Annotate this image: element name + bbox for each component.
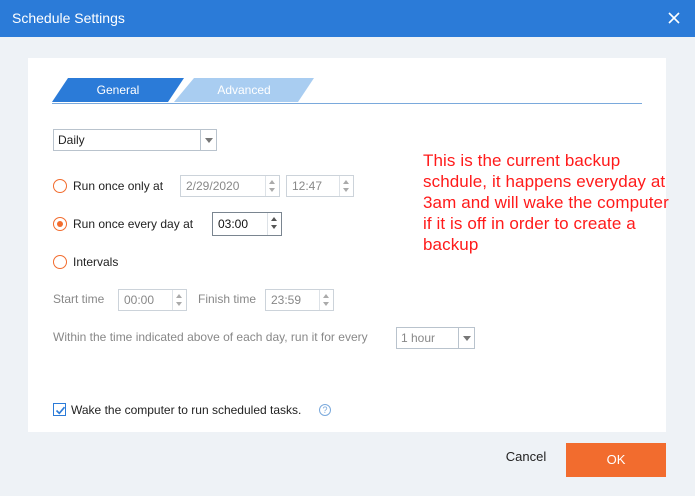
wake-computer-checkbox[interactable] [53, 403, 66, 416]
start-time-input[interactable]: 00:00 [118, 289, 187, 311]
help-icon[interactable]: ? [319, 404, 331, 416]
intervals-radio[interactable] [53, 255, 67, 269]
chevron-down-icon [458, 328, 474, 348]
tab-bar: Advanced General [52, 78, 642, 104]
frequency-select[interactable]: Daily [53, 129, 217, 151]
run-once-date-input[interactable]: 2/29/2020 [180, 175, 280, 197]
run-every-label: Within the time indicated above of each … [53, 330, 368, 344]
run-every-day-radio[interactable] [53, 217, 67, 231]
daily-time-input[interactable]: 03:00 [212, 212, 282, 236]
finish-time-input[interactable]: 23:59 [265, 289, 334, 311]
tab-general[interactable]: General [52, 78, 184, 102]
start-time-label: Start time [53, 292, 105, 306]
window-title: Schedule Settings [12, 10, 125, 26]
daily-time-spinner[interactable] [267, 213, 281, 235]
annotation-text: This is the current backup schdule, it h… [423, 151, 669, 254]
ok-button[interactable]: OK [566, 443, 666, 477]
interval-select[interactable]: 1 hour [396, 327, 475, 349]
close-icon[interactable] [665, 9, 683, 27]
wake-computer-label: Wake the computer to run scheduled tasks… [71, 403, 302, 417]
cancel-button[interactable]: Cancel [495, 449, 557, 471]
chevron-down-icon [200, 130, 216, 150]
run-once-time-input[interactable]: 12:47 [286, 175, 354, 197]
tab-advanced[interactable]: Advanced [174, 78, 314, 102]
finish-time-spinner[interactable] [319, 290, 333, 310]
start-time-spinner[interactable] [172, 290, 186, 310]
run-every-day-label: Run once every day at [73, 217, 194, 231]
run-once-only-label: Run once only at [73, 179, 164, 193]
run-once-only-radio[interactable] [53, 179, 67, 193]
intervals-label: Intervals [73, 255, 119, 269]
title-bar: Schedule Settings [0, 0, 695, 37]
time-spinner[interactable] [339, 176, 353, 196]
finish-time-label: Finish time [198, 292, 257, 306]
date-spinner[interactable] [265, 176, 279, 196]
